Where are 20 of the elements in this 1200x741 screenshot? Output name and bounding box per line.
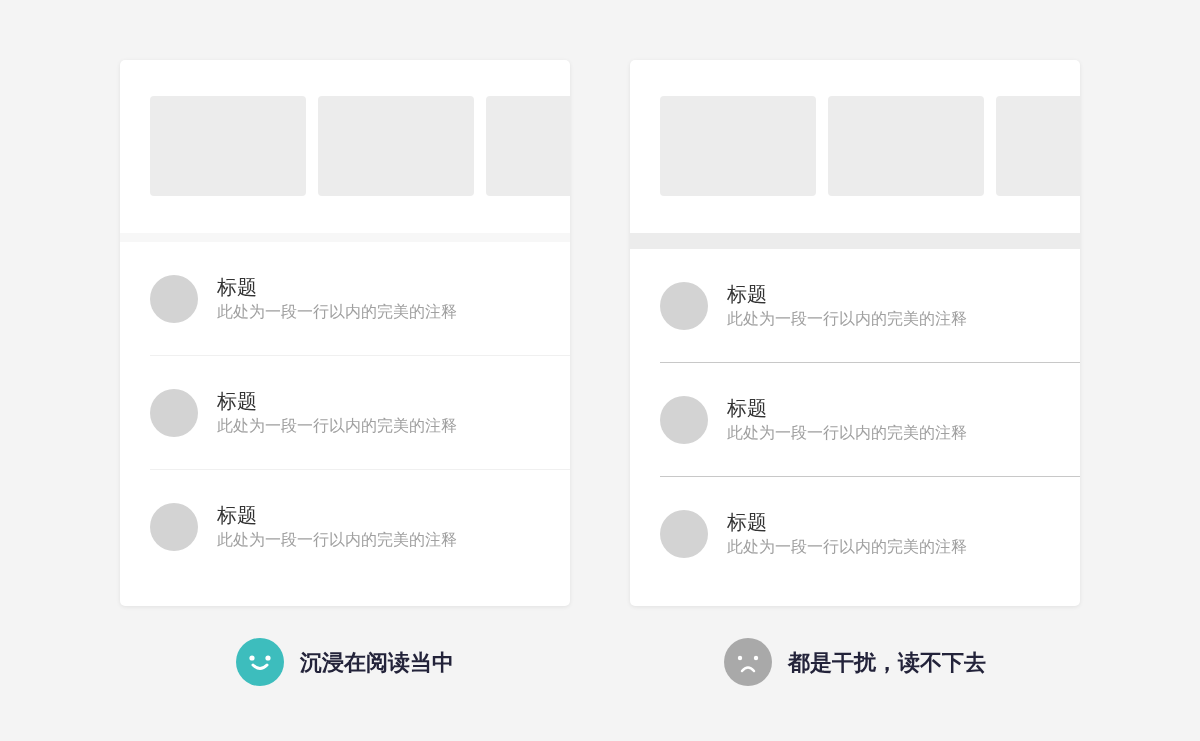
list-subtitle: 此处为一段一行以内的完美的注释 (217, 300, 457, 323)
caption: 沉浸在阅读当中 (300, 648, 454, 677)
avatar-placeholder (150, 502, 198, 551)
avatar-placeholder (150, 388, 198, 437)
list-title: 标题 (217, 501, 258, 528)
list-title: 标题 (727, 394, 768, 421)
list-title: 标题 (217, 387, 258, 414)
caption: 都是干扰，读不下去 (788, 648, 986, 677)
avatar-placeholder (150, 274, 198, 323)
list-title: 标题 (727, 508, 768, 535)
avatar-placeholder (660, 281, 708, 330)
list-subtitle: 此处为一段一行以内的完美的注释 (217, 414, 457, 437)
avatar-placeholder (660, 395, 708, 444)
avatar-placeholder (660, 509, 708, 558)
list-title: 标题 (217, 273, 258, 300)
list-subtitle: 此处为一段一行以内的完美的注释 (727, 535, 967, 558)
list-subtitle: 此处为一段一行以内的完美的注释 (727, 421, 967, 444)
list-title: 标题 (727, 280, 768, 307)
list-subtitle: 此处为一段一行以内的完美的注释 (217, 528, 457, 551)
list-subtitle: 此处为一段一行以内的完美的注释 (727, 307, 967, 330)
